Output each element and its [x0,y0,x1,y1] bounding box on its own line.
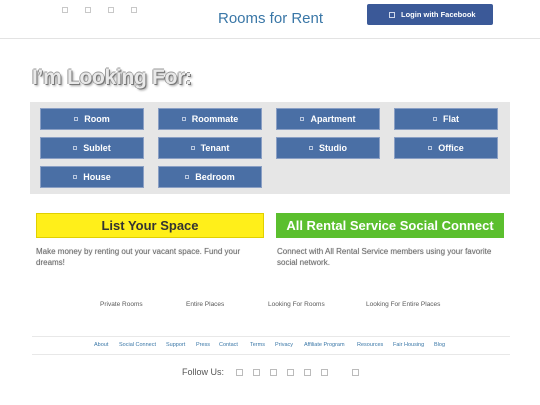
option-label: Bedroom [195,172,235,182]
option-tenant[interactable]: Tenant [158,137,262,159]
flat-icon [432,117,437,121]
nav-press[interactable]: Press [196,342,210,348]
option-label: Studio [319,143,347,153]
site-title[interactable]: Rooms for Rent [218,10,323,27]
top-icon-group [62,7,137,13]
linkedin-icon[interactable] [287,368,295,376]
option-flat[interactable]: Flat [394,108,498,130]
follow-us: Follow Us: [182,367,360,377]
bedroom-icon [185,175,190,179]
option-label: Office [438,143,464,153]
option-bedroom[interactable]: Bedroom [158,166,262,188]
list-your-space-button[interactable]: List Your Space [36,213,264,238]
option-sublet[interactable]: Sublet [40,137,144,159]
option-label: House [83,172,111,182]
login-facebook-label: Login with Facebook [401,10,476,19]
option-roommate[interactable]: Roommate [158,108,262,130]
nav-resources[interactable]: Resources [357,342,383,348]
apartment-icon [300,117,305,121]
follow-us-label: Follow Us: [182,367,225,377]
option-label: Sublet [83,143,111,153]
message-icon[interactable] [131,7,137,13]
nav-support[interactable]: Support [166,342,185,348]
list-your-space-description: Make money by renting out your vacant sp… [36,247,241,267]
option-label: Tenant [200,143,230,153]
option-label: Roommate [191,114,239,124]
option-apartment[interactable]: Apartment [276,108,380,130]
social-connect-button[interactable]: All Rental Service Social Connect [276,213,504,238]
social-icons [236,368,360,376]
link-entire-places[interactable]: Entire Places [186,301,224,308]
pinterest-icon[interactable] [304,368,312,376]
twitter-icon[interactable] [253,368,261,376]
nav-blog[interactable]: Blog [434,342,445,348]
rss-icon[interactable] [352,368,360,376]
roommate-icon [181,117,186,121]
menu-icon[interactable] [62,7,68,13]
option-label: Room [84,114,110,124]
studio-icon [309,146,313,150]
nav-social-connect[interactable]: Social Connect [119,342,156,348]
facebook-icon [389,11,395,18]
nav-terms[interactable]: Terms [250,342,265,348]
google-plus-icon[interactable] [270,368,278,376]
house-icon [73,175,78,179]
sublet-icon [73,146,78,150]
divider [32,354,510,355]
divider [32,336,510,337]
page-title: I’m Looking For: [32,66,192,89]
option-house[interactable]: House [40,166,144,188]
login-facebook-button[interactable]: Login with Facebook [367,4,493,25]
youtube-icon[interactable] [321,368,329,376]
option-office[interactable]: Office [394,137,498,159]
link-private-rooms[interactable]: Private Rooms [100,301,143,308]
room-icon [74,117,79,121]
link-looking-for-entire-places[interactable]: Looking For Entire Places [366,301,440,308]
search-icon[interactable] [85,7,91,13]
option-studio[interactable]: Studio [276,137,380,159]
top-bar: Rooms for Rent Login with Facebook [0,0,540,39]
nav-affiliate-program[interactable]: Affiliate Program [304,342,345,348]
option-room[interactable]: Room [40,108,144,130]
looking-for-options: Room Roommate Apartment Flat Sublet Tena… [30,102,510,194]
office-icon [428,146,433,150]
tenant-icon [190,146,195,150]
social-connect-description: Connect with All Rental Service members … [277,247,492,267]
nav-contact[interactable]: Contact [219,342,238,348]
nav-privacy[interactable]: Privacy [275,342,293,348]
option-label: Apartment [310,114,356,124]
link-looking-for-rooms[interactable]: Looking For Rooms [268,301,325,308]
nav-about[interactable]: About [94,342,108,348]
facebook-icon[interactable] [236,368,244,376]
user-icon[interactable] [108,7,114,13]
option-label: Flat [442,114,459,124]
nav-fair-housing[interactable]: Fair Housing [393,342,424,348]
